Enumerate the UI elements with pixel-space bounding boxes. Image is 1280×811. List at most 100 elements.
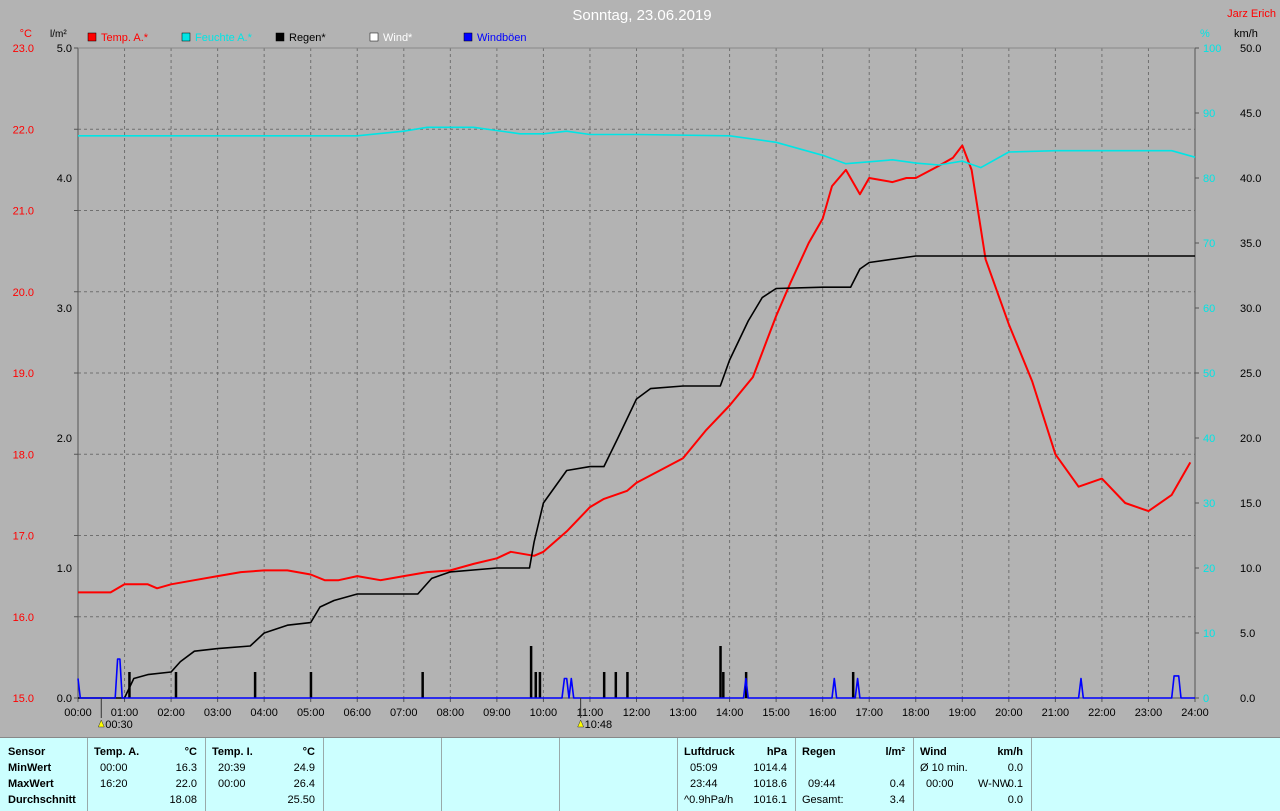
hour-tick-label: 16:00	[809, 707, 837, 719]
humidity-tick-label: 90	[1203, 108, 1215, 120]
chart-title: Sonntag, 23.06.2019	[572, 7, 711, 24]
marker-label: 10:48	[585, 719, 613, 731]
wind-unit: km/h	[997, 746, 1023, 758]
legend-swatch	[87, 32, 97, 42]
hour-tick-label: 17:00	[855, 707, 883, 719]
legend-swatch	[463, 32, 473, 42]
hour-tick-label: 01:00	[111, 707, 139, 719]
wind-tick-label: 40.0	[1240, 173, 1261, 185]
hour-tick-label: 06:00	[343, 707, 371, 719]
rain-unit: l/m²	[885, 746, 905, 758]
empty-column-3	[560, 738, 678, 811]
hour-tick-label: 12:00	[623, 707, 651, 719]
temp-a-column: Temp. A. °C 00:00 16.3 16:20 22.0 18.08	[88, 738, 206, 811]
wind-column: Wind km/h Ø 10 min. 0.0 00:00 W-NW 0.1 0…	[914, 738, 1032, 811]
humidity-tick-label: 40	[1203, 433, 1215, 445]
hour-tick-label: 07:00	[390, 707, 418, 719]
temp-i-min-time: 20:39	[218, 762, 246, 774]
temp-a-max-time: 16:20	[100, 778, 128, 790]
rain-bar	[719, 646, 722, 698]
wind-tick-label: 20.0	[1240, 433, 1261, 445]
wind-tick-label: 0.0	[1240, 693, 1255, 705]
rain-bar	[538, 672, 542, 698]
humidity-tick-label: 70	[1203, 238, 1215, 250]
temp-a-unit: °C	[184, 746, 197, 758]
author-label: Jarz Erich	[1227, 8, 1276, 20]
wind-direction: W-NW	[978, 778, 1011, 790]
empty-column-1	[324, 738, 442, 811]
pressure-current: 1016.1	[753, 794, 787, 806]
rain-tick-label: 1.0	[57, 563, 72, 575]
hour-tick-label: 08:00	[437, 707, 465, 719]
humidity-tick-label: 10	[1203, 628, 1215, 640]
pressure-max-time: 23:44	[690, 778, 718, 790]
temp-i-column: Temp. I. °C 20:39 24.9 00:00 26.4 25.50	[206, 738, 324, 811]
wind-tick-label: 50.0	[1240, 43, 1261, 55]
temp-tick-label: 20.0	[13, 287, 34, 299]
hour-tick-label: 15:00	[762, 707, 790, 719]
rain-tick-label: 5.0	[57, 43, 72, 55]
legend-label: Windböen	[477, 32, 527, 44]
humidity-tick-label: 50	[1203, 368, 1215, 380]
stats-panel: Sensor MinWert MaxWert Durchschnitt Temp…	[0, 737, 1280, 811]
rain-tick-label: 0.0	[57, 693, 72, 705]
temp-a-min: 16.3	[175, 762, 197, 774]
rain-max: 0.4	[889, 778, 905, 790]
pressure-unit: hPa	[766, 746, 787, 758]
hour-tick-label: 03:00	[204, 707, 232, 719]
wind-last: 0.0	[1007, 794, 1023, 806]
hour-tick-label: 23:00	[1135, 707, 1163, 719]
temp-tick-label: 22.0	[13, 124, 34, 136]
humidity-unit: %	[1200, 28, 1210, 40]
hour-tick-label: 22:00	[1088, 707, 1116, 719]
temp-i-min: 24.9	[293, 762, 315, 774]
rain-bar	[534, 672, 538, 698]
hour-tick-label: 21:00	[1042, 707, 1070, 719]
row-label-avg: Durchschnitt	[8, 794, 76, 806]
temp-tick-label: 17.0	[13, 531, 34, 543]
temp-tick-label: 23.0	[13, 43, 34, 55]
temp-tick-label: 18.0	[13, 449, 34, 461]
rain-bar	[309, 672, 313, 698]
temp-i-max: 26.4	[293, 778, 315, 790]
rain-bar	[174, 672, 178, 698]
hour-tick-label: 04:00	[250, 707, 278, 719]
rain-bar	[722, 672, 725, 698]
pressure-min: 1014.4	[753, 762, 787, 774]
wind-tick-label: 35.0	[1240, 238, 1261, 250]
marker-label: 00:30	[105, 719, 133, 731]
temp-tick-label: 16.0	[13, 612, 34, 624]
temp-a-header: Temp. A.	[94, 746, 140, 758]
hour-tick-label: 10:00	[530, 707, 558, 719]
legend-label: Wind*	[383, 32, 413, 44]
rain-unit: l/m²	[50, 29, 67, 40]
temp-unit: °C	[20, 28, 32, 40]
humidity-tick-label: 100	[1203, 43, 1221, 55]
humidity-tick-label: 60	[1203, 303, 1215, 315]
rain-bar	[529, 646, 533, 698]
hour-tick-label: 09:00	[483, 707, 511, 719]
humidity-tick-label: 0	[1203, 693, 1209, 705]
rain-bar	[253, 672, 257, 698]
wind-header: Wind	[920, 746, 947, 758]
rain-bar	[614, 672, 618, 698]
pressure-min-time: 05:09	[690, 762, 718, 774]
temp-a-max: 22.0	[175, 778, 197, 790]
temp-i-header: Temp. I.	[212, 746, 253, 758]
legend-swatch	[181, 32, 191, 42]
rain-total: 3.4	[889, 794, 905, 806]
temp-i-avg: 25.50	[287, 794, 315, 806]
rain-tick-label: 3.0	[57, 303, 72, 315]
rain-tick-label: 4.0	[57, 173, 72, 185]
wind-tick-label: 25.0	[1240, 368, 1261, 380]
temp-i-max-time: 00:00	[218, 778, 246, 790]
hour-tick-label: 13:00	[669, 707, 697, 719]
wind-tick-label: 15.0	[1240, 498, 1261, 510]
pressure-max: 1018.6	[753, 778, 787, 790]
wind-tick-label: 5.0	[1240, 628, 1255, 640]
humidity-tick-label: 20	[1203, 563, 1215, 575]
weather-chart: Sonntag, 23.06.2019 Jarz Erich °C l/m² %…	[0, 0, 1280, 737]
wind-tick-label: 10.0	[1240, 563, 1261, 575]
wind-avg: 0.0	[1007, 762, 1023, 774]
row-label-max: MaxWert	[8, 778, 54, 790]
